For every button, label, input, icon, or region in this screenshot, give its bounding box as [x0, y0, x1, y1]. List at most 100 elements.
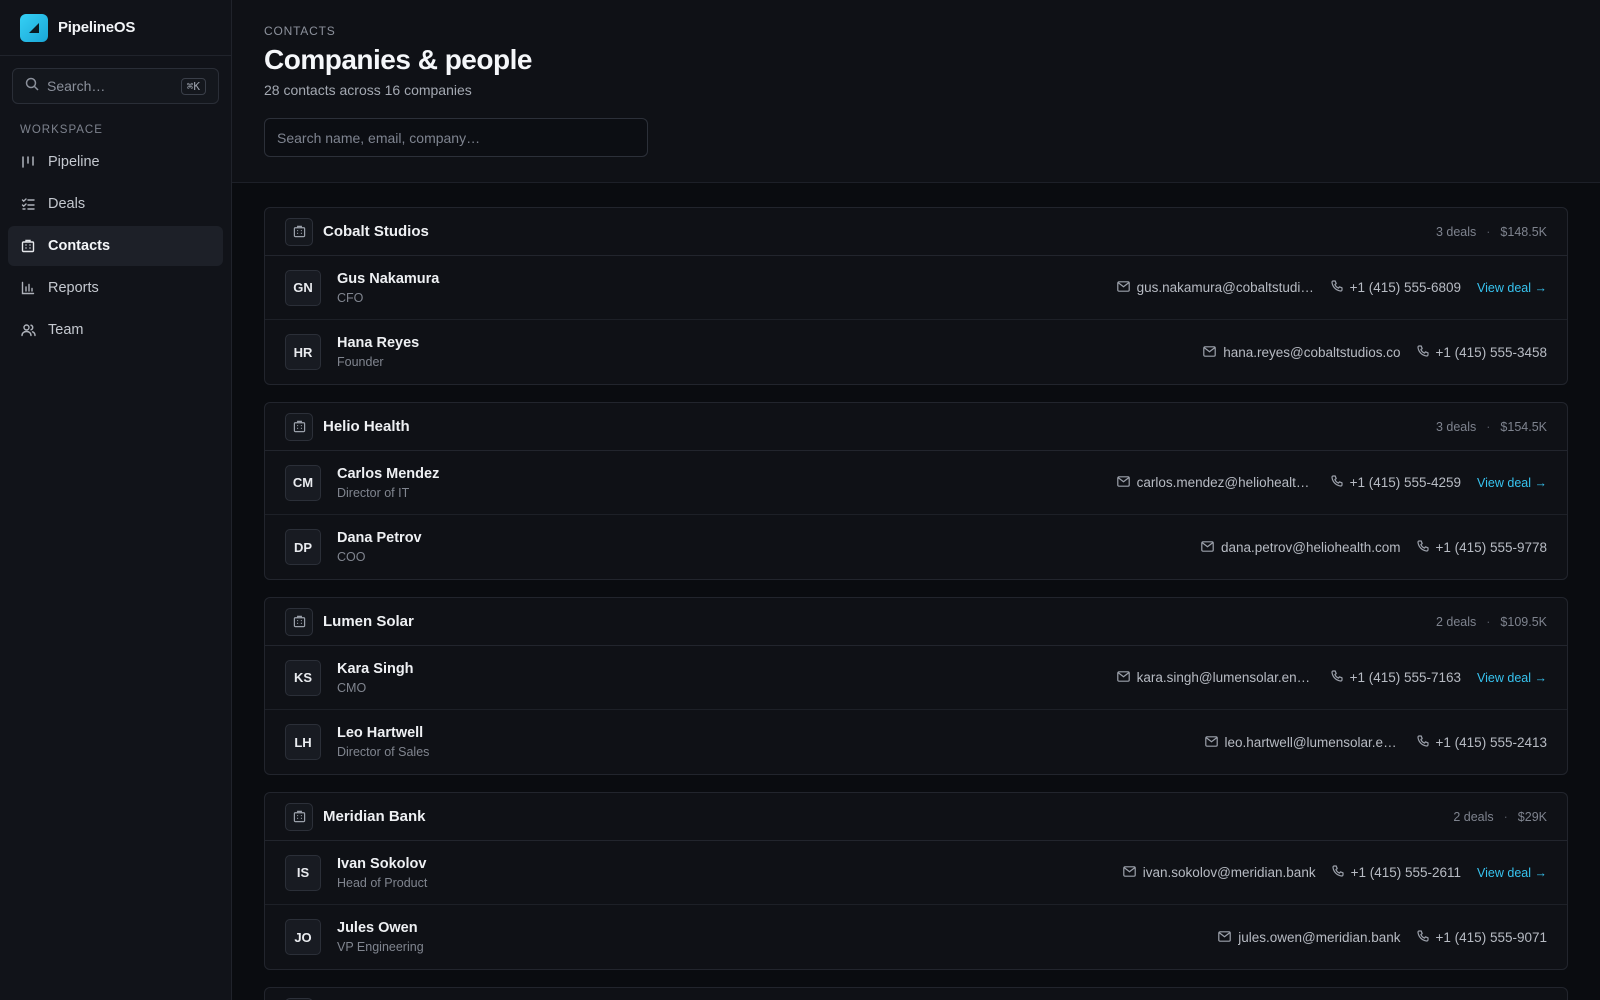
- contact-phone-text: +1 (415) 555-2611: [1350, 865, 1462, 880]
- company-meta: 2 deals · $29K: [1453, 810, 1547, 824]
- contact-name: Jules Owen: [337, 920, 418, 936]
- mail-icon: [1116, 670, 1130, 685]
- contact-phone-text: +1 (415) 555-6809: [1349, 280, 1462, 295]
- company-name: Helio Health: [323, 418, 410, 435]
- company-deal-count: 2 deals: [1435, 614, 1477, 629]
- view-deal-link[interactable]: View deal →: [1477, 476, 1547, 490]
- contact-name: Leo Hartwell: [337, 725, 424, 741]
- contact-row[interactable]: JO Jules Owen VP Engineering jules.owen@mer…: [265, 905, 1567, 969]
- sidebar-item-contacts[interactable]: Contacts: [8, 226, 223, 266]
- contact-phone-text: +1 (415) 555-4259: [1349, 475, 1462, 490]
- contact-email-text: leo.hartwell@lumensolar.energy: [1224, 734, 1401, 750]
- contact-row[interactable]: KS Kara Singh CMO kara.singh@lumensolar.ene…: [265, 646, 1567, 710]
- avatar: KS: [285, 659, 321, 696]
- phone-icon: [1330, 475, 1343, 490]
- company-header[interactable]: Meridian Bank 2 deals · $29K: [265, 793, 1567, 841]
- contact-email-text: ivan.sokolov@meridian.bank: [1142, 865, 1316, 880]
- company-header[interactable]: Helio Health 3 deals · $154.5K: [265, 403, 1567, 451]
- contact-email[interactable]: hana.reyes@cobaltstudios.co: [1203, 345, 1401, 360]
- company-deal-count: 3 deals: [1435, 224, 1477, 239]
- contact-info: Kara Singh CMO: [337, 661, 1117, 695]
- mail-icon: [1218, 930, 1232, 945]
- contact-role: CMO: [337, 680, 367, 695]
- contact-info: Dana Petrov COO: [337, 530, 1201, 564]
- contact-row[interactable]: HR Hana Reyes Founder hana.reyes@cobaltstud…: [265, 320, 1567, 384]
- view-deal-link[interactable]: View deal →: [1477, 866, 1547, 880]
- sidebar-item-label: Pipeline: [48, 154, 100, 170]
- contact-info: Jules Owen VP Engineering: [337, 920, 1218, 954]
- building-icon: [285, 412, 313, 441]
- contact-row[interactable]: GN Gus Nakamura CFO gus.nakamura@cobaltstud…: [265, 256, 1567, 320]
- phone-icon: [1416, 734, 1429, 750]
- company-meta: 3 deals · $148.5K: [1436, 225, 1547, 239]
- company-header[interactable]: Lumen Solar 2 deals · $109.5K: [265, 598, 1567, 646]
- contact-role: Director of IT: [337, 485, 410, 500]
- search-icon: [25, 77, 39, 96]
- company-meta: 2 deals · $109.5K: [1436, 615, 1547, 629]
- contact-email-text: carlos.mendez@heliohealth.com: [1136, 475, 1315, 490]
- contact-role: CFO: [337, 290, 364, 305]
- contact-row[interactable]: CM Carlos Mendez Director of IT carlos.mend…: [265, 451, 1567, 515]
- contact-phone[interactable]: +1 (415) 555-2413: [1416, 734, 1547, 750]
- contact-phone[interactable]: +1 (415) 555-6809: [1330, 280, 1462, 295]
- mail-icon: [1116, 475, 1130, 490]
- contact-details: hana.reyes@cobaltstudios.co +1 (415) 555-…: [1203, 345, 1547, 360]
- sidebar-search[interactable]: Search… ⌘K: [12, 68, 219, 104]
- contact-role: Founder: [337, 355, 384, 369]
- contact-email[interactable]: kara.singh@lumensolar.energy: [1116, 670, 1315, 685]
- contact-row[interactable]: LH Leo Hartwell Director of Sales leo.hartw…: [265, 710, 1567, 774]
- sidebar-item-reports[interactable]: Reports: [8, 268, 223, 308]
- contact-info: Leo Hartwell Director of Sales: [337, 725, 1205, 759]
- contact-email[interactable]: carlos.mendez@heliohealth.com: [1116, 475, 1315, 490]
- contacts-search-input[interactable]: [264, 118, 648, 157]
- contact-phone[interactable]: +1 (415) 555-3458: [1416, 345, 1547, 360]
- contact-role: VP Engineering: [337, 940, 424, 954]
- avatar: IS: [285, 854, 321, 891]
- brand[interactable]: PipelineOS: [0, 0, 231, 56]
- contact-email[interactable]: ivan.sokolov@meridian.bank: [1122, 865, 1316, 880]
- meta-separator: ·: [1503, 809, 1508, 824]
- contact-email[interactable]: gus.nakamura@cobaltstudios.co: [1116, 280, 1315, 295]
- contact-phone-text: +1 (415) 555-7163: [1349, 670, 1462, 685]
- company-meta: 3 deals · $154.5K: [1436, 420, 1547, 434]
- contact-phone[interactable]: +1 (415) 555-7163: [1330, 670, 1462, 685]
- company-deal-value: $154.5K: [1500, 419, 1547, 434]
- sidebar-item-team[interactable]: Team: [8, 310, 223, 350]
- avatar: HR: [285, 334, 321, 370]
- contact-info: Ivan Sokolov Head of Product: [337, 856, 1123, 890]
- sidebar-item-pipeline[interactable]: Pipeline: [8, 142, 223, 182]
- contact-phone[interactable]: +1 (415) 555-2611: [1331, 865, 1462, 880]
- mail-icon: [1203, 345, 1217, 360]
- phone-icon: [1416, 539, 1429, 555]
- company-header[interactable]: Nimbus Security: [265, 988, 1567, 1000]
- checklist-icon: [20, 196, 36, 212]
- sidebar-item-deals[interactable]: Deals: [8, 184, 223, 224]
- contact-phone[interactable]: +1 (415) 555-9071: [1416, 929, 1547, 945]
- contact-row[interactable]: IS Ivan Sokolov Head of Product ivan.sokolo…: [265, 841, 1567, 905]
- phone-icon: [1331, 865, 1344, 880]
- contact-email[interactable]: dana.petrov@heliohealth.com: [1201, 540, 1401, 555]
- page-eyebrow: CONTACTS: [264, 24, 336, 38]
- contact-role: COO: [337, 550, 366, 564]
- view-deal-link[interactable]: View deal →: [1477, 671, 1547, 685]
- contact-phone[interactable]: +1 (415) 555-9778: [1416, 539, 1547, 555]
- company-list-mount: Cobalt Studios 3 deals · $148.5K GN Gus Nakam…: [264, 207, 1568, 1000]
- contact-phone[interactable]: +1 (415) 555-4259: [1330, 475, 1462, 490]
- company-card: Nimbus Security: [264, 987, 1568, 1000]
- contact-email-text: gus.nakamura@cobaltstudios.co: [1136, 280, 1315, 295]
- contact-email[interactable]: leo.hartwell@lumensolar.energy: [1204, 734, 1401, 750]
- phone-icon: [1416, 929, 1429, 945]
- view-deal-link[interactable]: View deal →: [1477, 281, 1547, 295]
- contact-details: carlos.mendez@heliohealth.com +1 (415) 55…: [1116, 475, 1547, 490]
- sidebar-item-label: Team: [48, 322, 84, 338]
- kanban-icon: [20, 154, 36, 170]
- contact-details: leo.hartwell@lumensolar.energy +1 (415) 5…: [1204, 734, 1547, 750]
- company-deal-value: $109.5K: [1500, 614, 1547, 629]
- meta-separator: ·: [1486, 419, 1491, 434]
- contact-row[interactable]: DP Dana Petrov COO dana.petrov@heliohealth.…: [265, 515, 1567, 579]
- contact-email[interactable]: jules.owen@meridian.bank: [1218, 930, 1401, 945]
- contact-role: Director of Sales: [337, 745, 430, 759]
- avatar: DP: [285, 529, 321, 565]
- building-icon: [20, 238, 36, 254]
- company-header[interactable]: Cobalt Studios 3 deals · $148.5K: [265, 208, 1567, 256]
